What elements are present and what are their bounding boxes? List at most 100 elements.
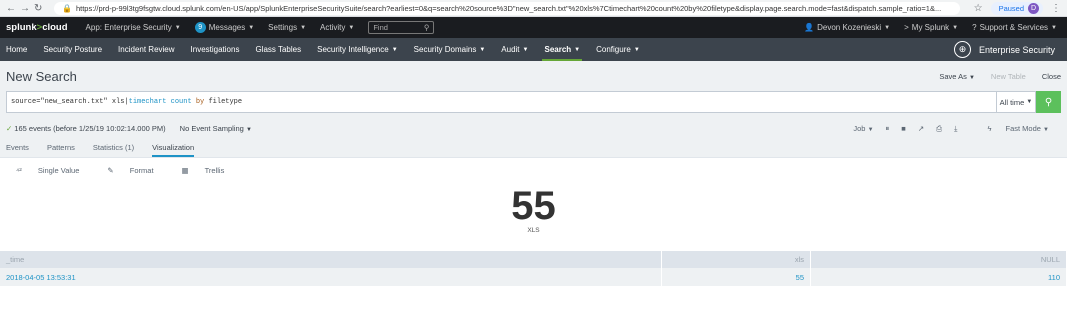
app-nav: Home Security Posture Incident Review In… [0,38,1067,61]
app-menu[interactable]: App: Enterprise Security ▼ [86,23,181,32]
query-source: source="new_search.txt" xls| [11,98,129,106]
nav-security-domains[interactable]: Security Domains ▼ [408,38,492,61]
nav-home[interactable]: Home [0,38,33,61]
support-menu[interactable]: ? Support & Services ▼ [972,23,1057,32]
url-text: https://prd-p-99l3tg9fsgtw.cloud.splunk.… [75,3,942,13]
my-splunk-menu[interactable]: > My Splunk ▼ [904,23,958,32]
search-submit-button[interactable]: ⚲ [1036,91,1061,113]
lock-icon: 🔒 [62,3,72,13]
format-button[interactable]: ✎ Format [107,166,167,175]
enterprise-security-brand: ⊕ Enterprise Security [953,38,1067,61]
status-row: ✓ 165 events (before 1/25/19 10:02:14.00… [0,120,1067,137]
trellis-icon: ▦ [181,166,189,175]
search-mode-dropdown[interactable]: ϟ Fast Mode ▼ [987,124,1049,133]
nav-incident-review[interactable]: Incident Review [112,38,180,61]
caret-down-icon: ▼ [1026,99,1033,105]
splunk-logo[interactable]: splunk>cloud [6,22,68,33]
table-row: 2018-04-05 13:53:31 55 110 [0,268,1067,286]
caret-down-icon: ▼ [479,46,486,53]
search-icon: ⚲ [423,23,430,32]
back-icon[interactable]: ← [6,3,20,14]
time-range-picker[interactable]: All time ▼ [997,91,1036,113]
save-as-button[interactable]: Save As ▼ [923,72,975,81]
nav-configure[interactable]: Configure ▼ [590,38,646,61]
caret-down-icon: ▼ [574,46,581,53]
column-header-xls[interactable]: xls [661,251,812,268]
paused-label: Paused [998,3,1024,13]
results-table: _time xls NULL 2018-04-05 13:53:31 55 11… [0,251,1067,286]
nav-investigations[interactable]: Investigations [185,38,246,61]
caret-down-icon: ▼ [348,24,355,31]
nav-audit[interactable]: Audit ▼ [495,38,534,61]
lightning-icon: ϟ [987,124,992,133]
enterprise-security-logo-icon: ⊕ [953,41,971,58]
query-count: count [170,98,192,106]
pause-icon[interactable]: ⏸ [886,124,890,134]
query-command: timechart [128,98,167,106]
tab-patterns[interactable]: Patterns [47,143,75,157]
column-header-null[interactable]: NULL [810,251,1067,268]
profile-avatar: D [1028,2,1039,14]
caret-down-icon: ▼ [245,127,252,133]
caret-down-icon: ▼ [1051,24,1057,31]
column-header-time[interactable]: _time [0,251,662,268]
trellis-button[interactable]: ▦ Trellis [182,166,239,175]
messages-badge: 9 [194,22,206,33]
caret-down-icon: ▼ [867,127,874,133]
nav-glass-tables[interactable]: Glass Tables [249,38,307,61]
chevron-right-icon: > [904,23,909,32]
caret-down-icon: ▼ [884,24,891,31]
search-row: source="new_search.txt" xls| timechart co… [0,91,1067,120]
user-menu[interactable]: 👤 Devon Kozenieski ▼ [804,23,890,32]
forward-icon[interactable]: → [20,3,34,14]
event-count: 165 events (before 1/25/19 10:02:14.000 … [14,124,166,133]
caret-down-icon: ▼ [952,24,959,31]
single-value-viz: 55 XLS [0,183,1067,237]
print-icon[interactable]: ⎙ [936,124,942,134]
single-value-number: 55 [511,183,556,228]
settings-menu[interactable]: Settings ▼ [268,23,306,32]
stop-icon[interactable]: ■ [901,124,906,133]
caret-down-icon: ▼ [522,46,529,53]
title-bar: New Search Save As ▼ New Table Close [0,61,1067,91]
single-value-icon: ⁴² [16,166,22,175]
caret-down-icon: ▼ [174,24,181,31]
user-icon: 👤 [804,23,815,32]
nav-security-posture[interactable]: Security Posture [37,38,108,61]
table-cell-xls[interactable]: 55 [661,268,812,286]
reload-icon[interactable]: ↻ [34,3,48,14]
help-icon: ? [972,23,977,32]
nav-search[interactable]: Search ▼ [538,38,586,61]
activity-menu[interactable]: Activity ▼ [320,23,354,32]
table-cell-null[interactable]: 110 [810,268,1067,286]
export-icon[interactable]: ⤓ [954,124,957,134]
event-sampling-dropdown[interactable]: No Event Sampling ▼ [180,124,252,133]
splunk-topbar: splunk>cloud App: Enterprise Security ▼ 9… [0,17,1067,38]
close-button[interactable]: Close [1042,72,1061,81]
page-title: New Search [6,68,77,84]
caret-down-icon: ▼ [968,74,975,81]
table-cell-time[interactable]: 2018-04-05 13:53:31 [0,268,662,286]
tab-statistics[interactable]: Statistics (1) [93,143,134,157]
messages-menu[interactable]: 9 Messages ▼ [194,22,255,33]
single-value-button[interactable]: ⁴² Single Value [16,166,93,175]
tab-events[interactable]: Events [6,143,29,157]
nav-security-intelligence[interactable]: Security Intelligence ▼ [311,38,404,61]
profile-paused-button[interactable]: Paused D [990,1,1043,15]
tab-visualization[interactable]: Visualization [152,143,195,157]
search-query-input[interactable]: source="new_search.txt" xls| timechart co… [6,91,997,113]
new-table-button: New Table [990,71,1026,81]
star-icon[interactable]: ☆ [974,3,983,14]
check-icon: ✓ [6,124,13,133]
viz-controls: ⁴² Single Value ✎ Format ▦ Trellis [0,158,1067,183]
find-input[interactable]: Find ⚲ [368,21,435,34]
query-by: by [195,98,205,106]
share-icon[interactable]: ↗ [918,124,924,133]
job-menu[interactable]: Job ▼ [841,124,873,133]
caret-down-icon: ▼ [391,46,398,53]
address-bar[interactable]: 🔒 https://prd-p-99l3tg9fsgtw.cloud.splun… [54,1,960,15]
menu-kebab-icon[interactable]: ⋮ [1051,3,1061,14]
browser-bar: ← → ↻ 🔒 https://prd-p-99l3tg9fsgtw.cloud… [0,0,1067,17]
caret-down-icon: ▼ [248,24,255,31]
pencil-icon: ✎ [107,166,114,175]
